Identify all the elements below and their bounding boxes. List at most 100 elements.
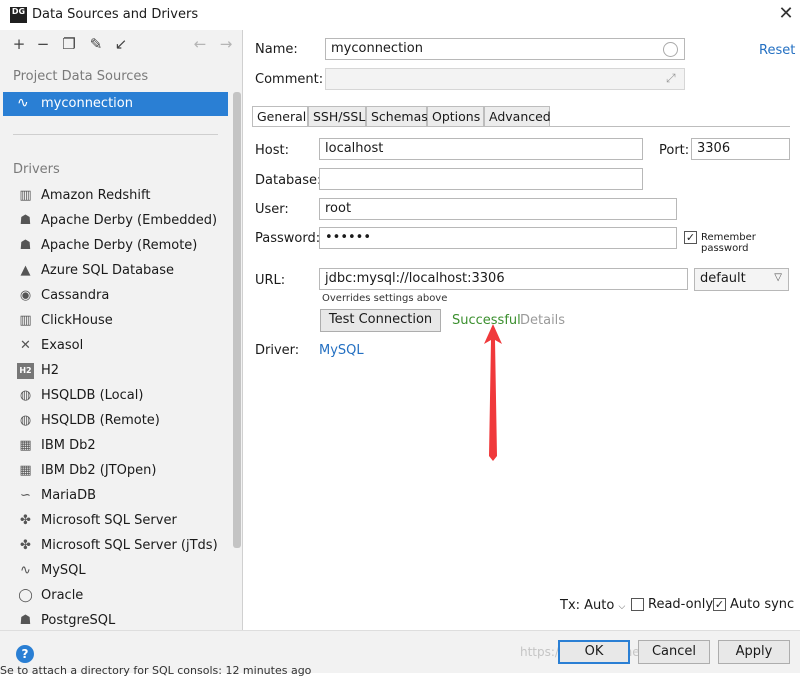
name-field[interactable]: myconnection	[325, 38, 685, 60]
driver-item[interactable]: ✤ Microsoft SQL Server	[0, 509, 232, 534]
url-label: URL:	[255, 273, 286, 288]
driver-icon: ▦	[19, 463, 32, 478]
driver-item[interactable]: ◯ Oracle	[0, 584, 232, 609]
scrollbar-thumb[interactable]	[233, 92, 241, 548]
driver-item[interactable]: ∿ MySQL	[0, 559, 232, 584]
url-mode-value: default	[700, 271, 746, 286]
driver-label: Cassandra	[41, 288, 110, 303]
driver-label: PostgreSQL	[41, 613, 116, 628]
driver-icon: ▦	[19, 438, 32, 453]
cancel-button[interactable]: Cancel	[638, 640, 710, 664]
driver-icon: ✤	[20, 538, 31, 553]
driver-label: Apache Derby (Embedded)	[41, 213, 218, 228]
driver-item[interactable]: ▦ IBM Db2	[0, 434, 232, 459]
driver-label: ClickHouse	[41, 313, 113, 328]
back-arrow-icon[interactable]: ←	[190, 34, 210, 54]
driver-item[interactable]: ▲ Azure SQL Database	[0, 259, 232, 284]
driver-item[interactable]: ☗ Apache Derby (Remote)	[0, 234, 232, 259]
tab-advanced[interactable]: Advanced	[484, 106, 551, 127]
close-icon[interactable]: ✕	[776, 4, 796, 24]
driver-label: Microsoft SQL Server	[41, 513, 177, 528]
driver-label: HSQLDB (Remote)	[41, 413, 160, 428]
project-data-sources-header: Project Data Sources	[13, 69, 149, 84]
driver-item[interactable]: ▥ Amazon Redshift	[0, 184, 232, 209]
help-icon[interactable]: ?	[16, 645, 34, 663]
driver-icon: ◯	[18, 588, 33, 603]
driver-item[interactable]: ✤ Microsoft SQL Server (jTds)	[0, 534, 232, 559]
ok-button[interactable]: OK	[558, 640, 630, 664]
driver-icon: ✤	[20, 513, 31, 528]
driver-item[interactable]: ◍ HSQLDB (Remote)	[0, 409, 232, 434]
tx-mode-dropdown[interactable]: Tx: Auto ⌵	[560, 598, 625, 613]
test-connection-button[interactable]: Test Connection	[320, 309, 441, 332]
driver-icon: ◉	[19, 288, 32, 303]
driver-icon: ☗	[19, 213, 32, 228]
remember-password-label: Remember password	[701, 232, 756, 254]
background-status-text: Se to attach a directory for SQL consols…	[0, 664, 312, 677]
driver-label: IBM Db2	[41, 438, 96, 453]
wrench-icon[interactable]: ✎	[86, 34, 106, 54]
remember-password-checkbox[interactable]: ✓	[684, 231, 697, 244]
tab-options[interactable]: Options	[427, 106, 484, 127]
reset-link[interactable]: Reset	[759, 43, 795, 58]
driver-label: Driver:	[255, 343, 300, 358]
title-bar: DG Data Sources and Drivers ✕	[0, 0, 800, 30]
driver-label: MariaDB	[41, 488, 97, 503]
port-field[interactable]: 3306	[691, 138, 790, 160]
port-label: Port:	[659, 143, 690, 158]
driver-link[interactable]: MySQL	[319, 343, 364, 358]
driver-item[interactable]: ✕ Exasol	[0, 334, 232, 359]
drivers-header: Drivers	[13, 162, 60, 177]
auto-sync-checkbox[interactable]: ✓	[713, 598, 726, 611]
driver-label: Oracle	[41, 588, 84, 603]
url-mode-select[interactable]: default ▽	[694, 268, 789, 291]
read-only-checkbox[interactable]	[631, 598, 644, 611]
connection-item-myconnection[interactable]: ∿ myconnection	[3, 92, 228, 116]
driver-icon: ▥	[19, 313, 32, 328]
connection-label: myconnection	[41, 96, 133, 111]
driver-icon: H2	[17, 363, 34, 379]
tab-schemas[interactable]: Schemas	[366, 106, 428, 127]
driver-icon: ✕	[20, 338, 31, 353]
database-label: Database:	[255, 173, 322, 188]
expand-icon[interactable]: ⤢	[666, 71, 676, 86]
read-only-label: Read-only	[648, 597, 714, 612]
details-link[interactable]: Details	[520, 313, 565, 328]
driver-icon: ☗	[19, 238, 32, 253]
driver-item[interactable]: ☗ PostgreSQL	[0, 609, 232, 630]
driver-item[interactable]: ▦ IBM Db2 (JTOpen)	[0, 459, 232, 484]
driver-item[interactable]: ◉ Cassandra	[0, 284, 232, 309]
driver-icon: ▥	[19, 188, 32, 203]
tab-ssh-ssl[interactable]: SSH/SSL	[308, 106, 366, 127]
driver-label: IBM Db2 (JTOpen)	[41, 463, 157, 478]
driver-item[interactable]: ☗ Apache Derby (Embedded)	[0, 209, 232, 234]
mysql-dolphin-icon: ∿	[17, 95, 29, 111]
duplicate-icon[interactable]: ❐	[59, 34, 79, 54]
tab-general[interactable]: General	[252, 106, 308, 127]
auto-sync-label: Auto sync	[730, 597, 795, 612]
driver-item[interactable]: ∽ MariaDB	[0, 484, 232, 509]
driver-label: Microsoft SQL Server (jTds)	[41, 538, 218, 553]
driver-icon: ☗	[19, 613, 32, 628]
tx-mode-label: Tx: Auto	[560, 598, 615, 613]
forward-arrow-icon[interactable]: →	[216, 34, 236, 54]
apply-button[interactable]: Apply	[718, 640, 790, 664]
comment-field[interactable]	[325, 68, 685, 90]
host-field[interactable]: localhost	[319, 138, 643, 160]
driver-label: Amazon Redshift	[41, 188, 151, 203]
overrides-note: Overrides settings above	[322, 293, 448, 304]
driver-label: Apache Derby (Remote)	[41, 238, 198, 253]
driver-icon: ◍	[19, 388, 32, 403]
import-icon[interactable]: ↙	[111, 34, 131, 54]
remove-icon[interactable]: −	[33, 34, 53, 54]
chevron-down-icon: ▽	[774, 272, 782, 283]
url-field[interactable]: jdbc:mysql://localhost:3306	[319, 268, 688, 290]
status-circle-icon	[663, 42, 678, 57]
driver-item[interactable]: H2 H2	[0, 359, 232, 384]
password-field[interactable]: ••••••	[319, 227, 677, 249]
user-field[interactable]: root	[319, 198, 677, 220]
driver-item[interactable]: ◍ HSQLDB (Local)	[0, 384, 232, 409]
add-icon[interactable]: +	[9, 34, 29, 54]
driver-item[interactable]: ▥ ClickHouse	[0, 309, 232, 334]
database-field[interactable]	[319, 168, 643, 190]
